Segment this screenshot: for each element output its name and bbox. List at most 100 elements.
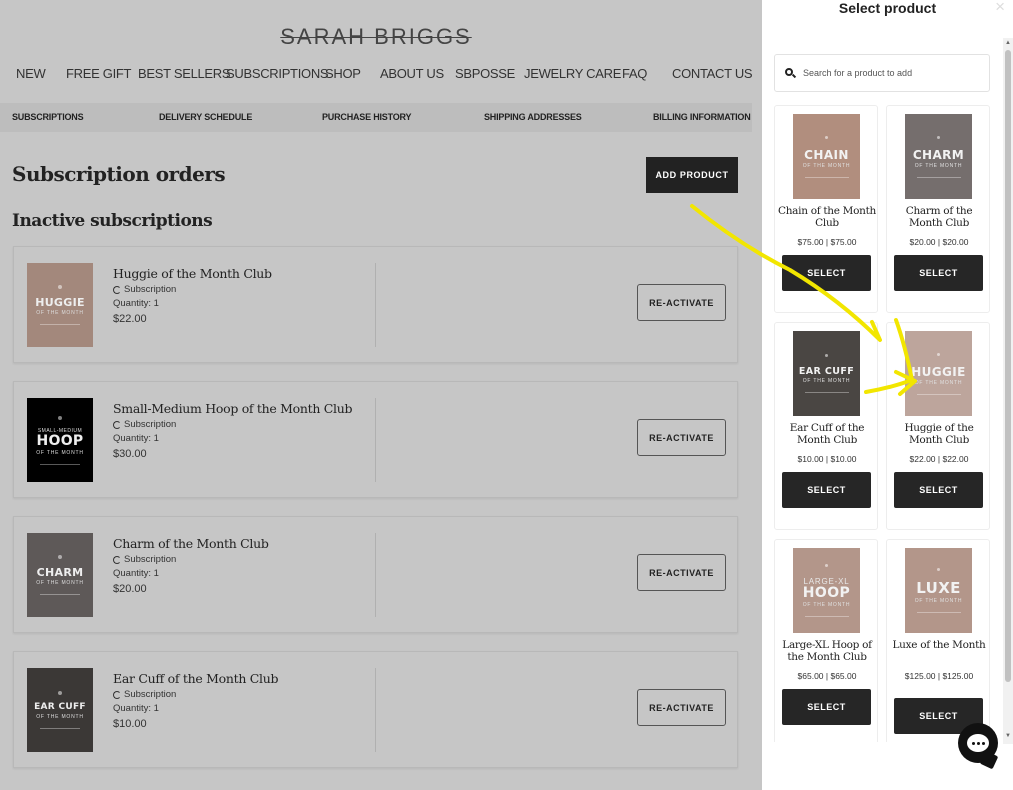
subscription-type-label: Subscription	[124, 554, 177, 565]
thumb-sub-label: OF THE MONTH	[36, 714, 84, 720]
subscription-type: Subscription	[113, 419, 352, 430]
thumb-main-label: CHARM	[912, 147, 965, 162]
subscription-quantity: Quantity: 1	[113, 703, 159, 714]
sub-nav-shipping-addresses[interactable]: SHIPPING ADDRESSES	[484, 112, 582, 122]
select-button[interactable]: SELECT	[782, 255, 871, 291]
subscription-info: Small-Medium Hoop of the Month Club Subs…	[113, 401, 353, 460]
product-name: Ear Cuff of the Month Club	[789, 422, 865, 446]
product-thumbnail: EAR CUFF OF THE MONTH	[793, 331, 860, 416]
thumb-main-label: HUGGIE	[911, 364, 966, 379]
add-product-button[interactable]: ADD PRODUCT	[646, 157, 738, 193]
main-nav: NEW FREE GIFT BEST SELLERS SUBSCRIPTIONS…	[0, 66, 753, 92]
thumb-line	[40, 594, 80, 595]
thumb-main-label: HOOP	[802, 585, 851, 601]
subscription-quantity: Quantity: 1	[113, 433, 159, 444]
card-divider	[375, 398, 376, 482]
scrollbar-thumb[interactable]	[1005, 50, 1011, 682]
repeat-icon	[113, 555, 121, 564]
subscription-name: Small-Medium Hoop of the Month Club	[113, 401, 353, 416]
section-title: Inactive subscriptions	[12, 211, 213, 231]
subscription-quantity: Quantity: 1	[113, 568, 159, 579]
reactivate-button[interactable]: RE-ACTIVATE	[637, 554, 726, 591]
sub-nav-billing-information[interactable]: BILLING INFORMATION	[653, 112, 751, 122]
scroll-up-arrow-icon[interactable]: ▲	[1005, 40, 1011, 46]
subscription-type-label: Subscription	[124, 689, 177, 700]
thumb-dot	[58, 555, 62, 559]
subscription-info: Ear Cuff of the Month Club Subscription …	[113, 671, 278, 730]
subscription-quantity: Quantity: 1	[113, 298, 159, 309]
card-divider	[375, 263, 376, 347]
thumb-line	[40, 728, 80, 729]
reactivate-button[interactable]: RE-ACTIVATE	[637, 284, 726, 321]
subscription-type-label: Subscription	[124, 419, 177, 430]
thumb-line	[804, 616, 849, 617]
page-title: Subscription orders	[12, 162, 226, 186]
product-price: $75.00 | $75.00	[797, 237, 857, 247]
product-thumbnail: CHARM OF THE MONTH	[27, 533, 93, 617]
nav-item-shop[interactable]: SHOP	[325, 66, 361, 81]
subscription-type-label: Subscription	[124, 284, 177, 295]
select-button[interactable]: SELECT	[894, 472, 983, 508]
sub-nav-purchase-history[interactable]: PURCHASE HISTORY	[322, 112, 412, 122]
nav-item-free-gift[interactable]: FREE GIFT	[66, 66, 132, 81]
product-card: HUGGIE OF THE MONTH Huggie of the Month …	[886, 322, 990, 530]
product-card: LARGE-XL HOOP OF THE MONTH Large-XL Hoop…	[774, 539, 878, 742]
nav-item-best-sellers[interactable]: BEST SELLERS	[138, 66, 231, 81]
subscription-price: $10.00	[113, 718, 147, 730]
thumb-dot	[937, 352, 940, 356]
subscription-price: $20.00	[113, 583, 147, 595]
thumb-sub-label: OF THE MONTH	[36, 580, 84, 586]
thumb-line	[804, 392, 849, 394]
top-strip	[0, 0, 762, 14]
subscription-type: Subscription	[113, 284, 272, 295]
nav-item-jewelry-care[interactable]: JEWELRY CARE	[524, 66, 621, 81]
product-card: CHAIN OF THE MONTH Chain of the Month Cl…	[774, 105, 878, 313]
product-thumbnail: LARGE-XL HOOP OF THE MONTH	[793, 548, 860, 633]
thumb-sub-label: OF THE MONTH	[914, 598, 963, 604]
close-icon[interactable]: ×	[995, 0, 1005, 17]
thumb-line	[40, 324, 80, 325]
thumb-line	[804, 176, 849, 178]
sub-nav-delivery-schedule[interactable]: DELIVERY SCHEDULE	[159, 112, 252, 122]
subscription-info: Huggie of the Month Club Subscription Qu…	[113, 266, 272, 325]
product-price: $10.00 | $10.00	[797, 454, 857, 464]
nav-item-new[interactable]: NEW	[16, 66, 46, 81]
thumb-sub-label: OF THE MONTH	[914, 379, 963, 386]
select-button[interactable]: SELECT	[894, 255, 983, 291]
repeat-icon	[113, 420, 121, 429]
nav-item-about-us[interactable]: ABOUT US	[380, 66, 444, 81]
product-name: Luxe of the Month	[892, 639, 986, 651]
thumb-main-label: HUGGIE	[35, 296, 85, 309]
subscription-card: HUGGIE OF THE MONTH Huggie of the Month …	[13, 246, 738, 363]
repeat-icon	[113, 690, 121, 699]
brand-logo[interactable]: SARAH BRIGGS	[0, 24, 752, 50]
chat-widget-button[interactable]	[958, 723, 999, 770]
product-thumbnail: SMALL-MEDIUM HOOP OF THE MONTH	[27, 398, 93, 482]
product-name: Charm of the Month Club	[905, 205, 973, 229]
chat-dots-icon	[967, 734, 989, 752]
thumb-sub-label: OF THE MONTH	[802, 162, 851, 169]
select-button[interactable]: SELECT	[782, 689, 871, 725]
product-thumbnail: CHAIN OF THE MONTH	[793, 114, 860, 199]
nav-item-faq[interactable]: FAQ	[622, 66, 647, 81]
nav-item-contact-us[interactable]: CONTACT US	[672, 66, 753, 81]
reactivate-button[interactable]: RE-ACTIVATE	[637, 689, 726, 726]
nav-item-sbposse[interactable]: SBPOSSE	[455, 66, 515, 81]
background-page: SARAH BRIGGS NEW FREE GIFT BEST SELLERS …	[0, 0, 762, 790]
nav-item-subscriptions[interactable]: SUBSCRIPTIONS	[226, 66, 329, 81]
subscription-info: Charm of the Month Club Subscription Qua…	[113, 536, 269, 595]
subscription-card: SMALL-MEDIUM HOOP OF THE MONTH Small-Med…	[13, 381, 738, 498]
subscription-type: Subscription	[113, 689, 278, 700]
scroll-down-arrow-icon[interactable]: ▼	[1005, 733, 1011, 739]
product-price: $65.00 | $65.00	[797, 671, 857, 681]
thumb-dot	[825, 564, 828, 567]
product-price: $20.00 | $20.00	[909, 237, 969, 247]
reactivate-button[interactable]: RE-ACTIVATE	[637, 419, 726, 456]
subscription-price: $22.00	[113, 313, 147, 325]
product-name: Large-XL Hoop of the Month Club	[782, 639, 872, 663]
select-button[interactable]: SELECT	[782, 472, 871, 508]
panel-scroll-area[interactable]: CHAIN OF THE MONTH Chain of the Month Cl…	[762, 36, 1003, 742]
panel-scrollbar[interactable]	[1003, 38, 1013, 744]
product-search-input[interactable]	[803, 68, 973, 78]
sub-nav-subscriptions[interactable]: SUBSCRIPTIONS	[12, 112, 84, 122]
